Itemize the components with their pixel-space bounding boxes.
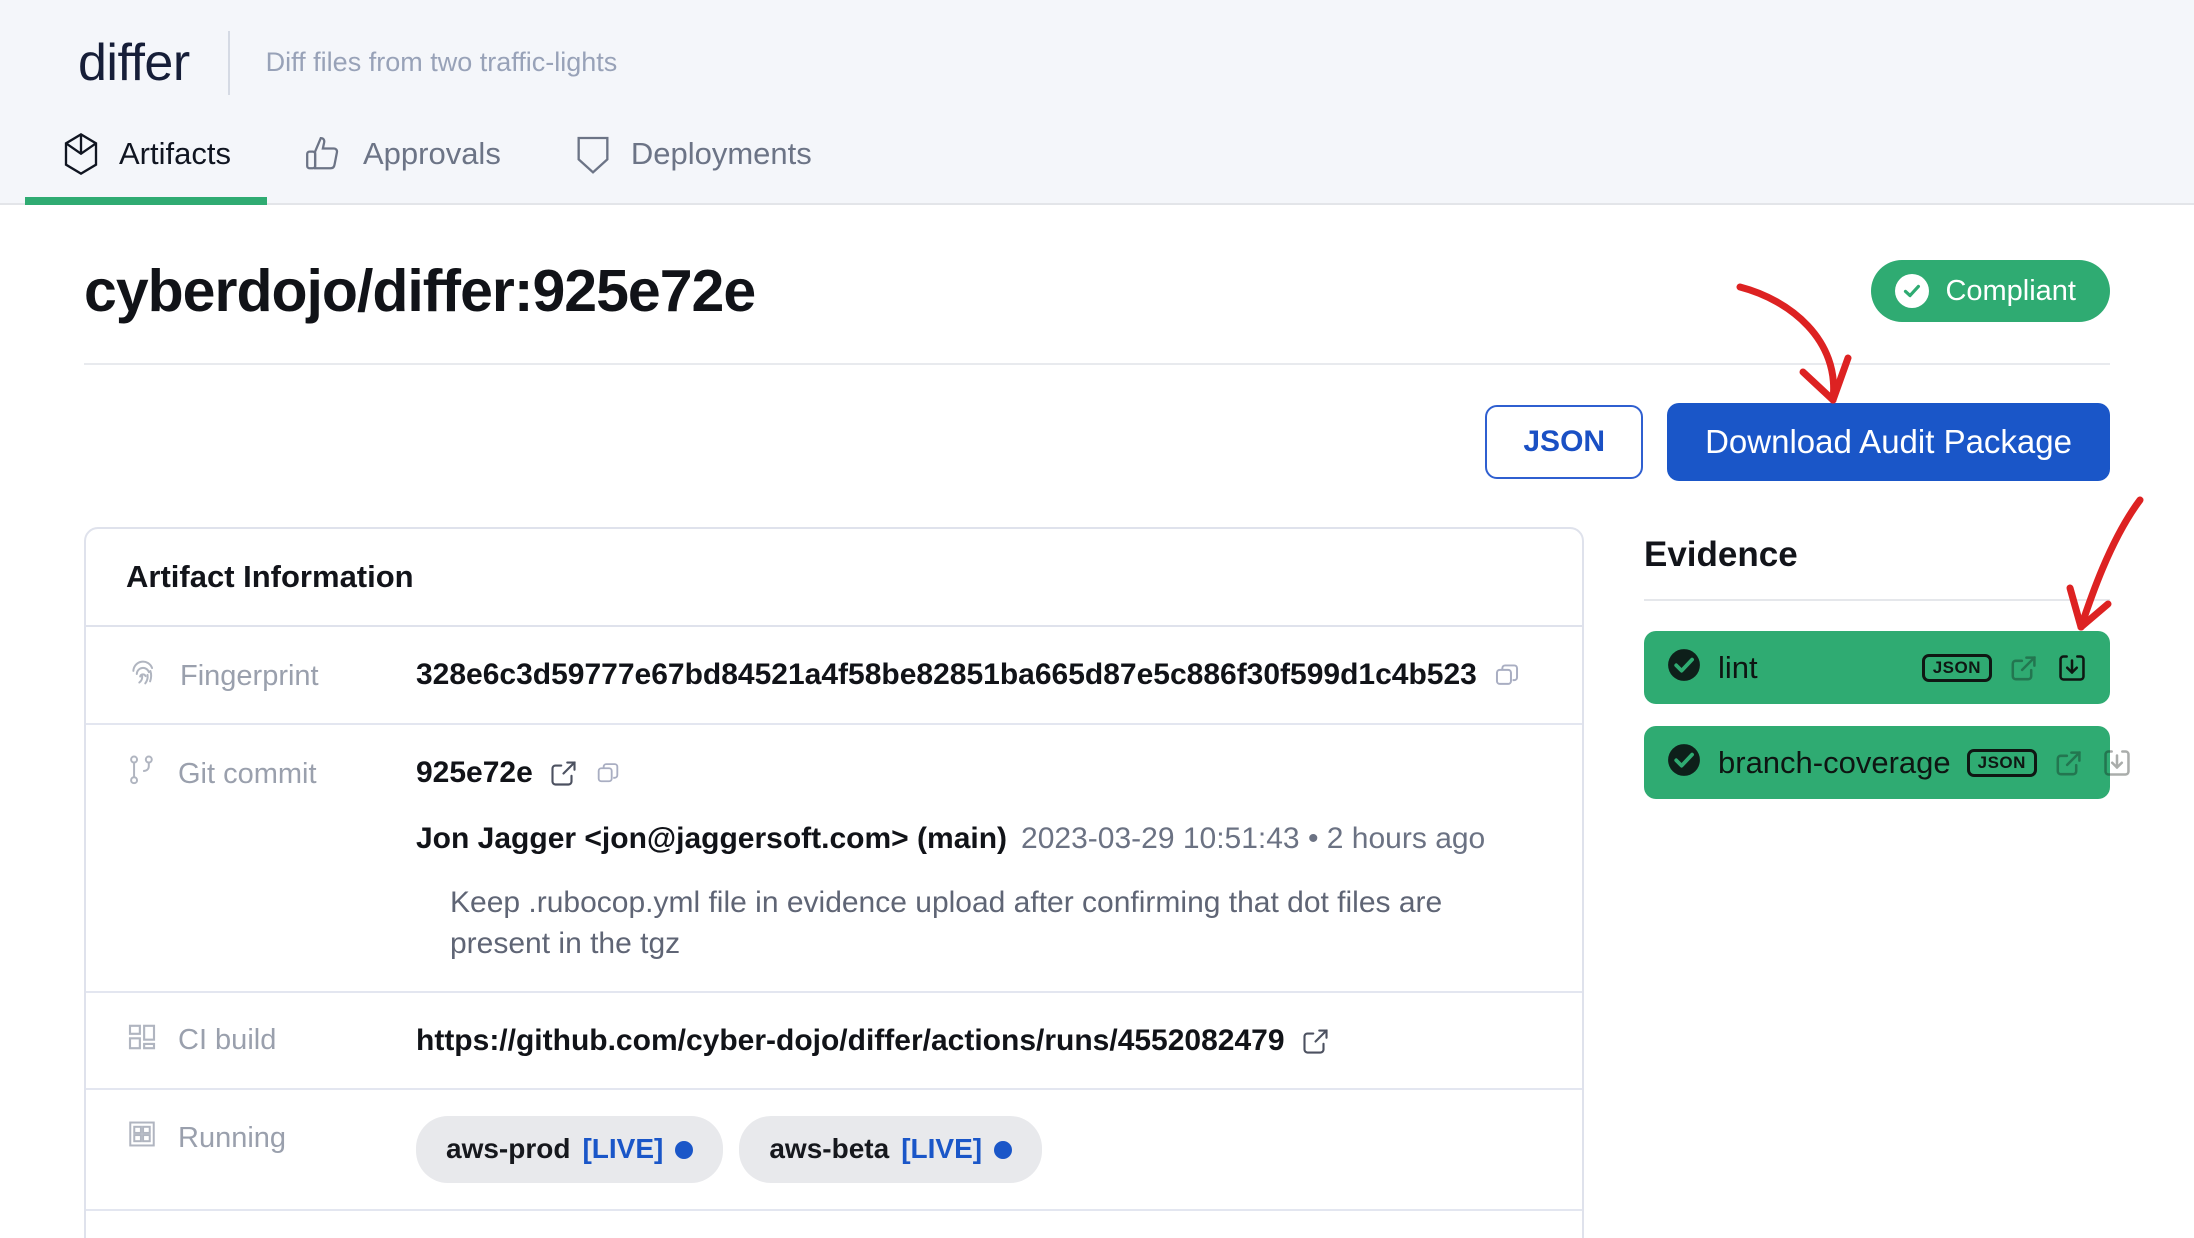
- tab-deployments-label: Deployments: [630, 136, 812, 171]
- evidence-item-lint-label: lint: [1718, 649, 1758, 685]
- title-row: cyberdojo/differ:925e72e Compliant: [84, 205, 2110, 325]
- page-title: cyberdojo/differ:925e72e: [84, 258, 756, 324]
- running-label-text: Running: [178, 1121, 287, 1154]
- row-ci-build-label: CI build: [126, 1019, 416, 1061]
- row-git-commit-value: 925e72e Jon Jagger <jon@jaggersoft.com> …: [416, 751, 1542, 965]
- content-columns: Artifact Information Fingerprint 328e6c3…: [84, 527, 2130, 1238]
- app-root: differ Diff files from two traffic-light…: [0, 0, 2194, 1238]
- app-header: differ Diff files from two traffic-light…: [0, 0, 2194, 125]
- json-button[interactable]: JSON: [1485, 405, 1644, 479]
- row-exited: Exited -: [86, 1211, 1582, 1238]
- row-fingerprint: Fingerprint 328e6c3d59777e67bd84521a4f58…: [86, 627, 1582, 725]
- running-chip-aws-beta[interactable]: aws-beta [LIVE]: [739, 1116, 1043, 1183]
- artifact-information-card: Artifact Information Fingerprint 328e6c3…: [84, 527, 1584, 1238]
- row-ci-build-value: https://github.com/cyber-dojo/differ/act…: [416, 1019, 1542, 1063]
- running-chip-aws-prod-state: [LIVE]: [582, 1133, 664, 1165]
- running-chip-aws-prod-name: aws-prod: [446, 1133, 571, 1165]
- fingerprint-icon: [126, 655, 160, 697]
- download-audit-package-button[interactable]: Download Audit Package: [1667, 403, 2110, 481]
- check-circle-icon: [1895, 274, 1930, 308]
- evidence-panel: Evidence lint JSON branch-coverage JSON: [1644, 527, 2130, 821]
- evidence-passed-check-icon: [1666, 742, 1702, 783]
- artifact-information-header: Artifact Information: [86, 529, 1582, 627]
- row-git-commit-label: Git commit: [126, 751, 416, 795]
- grid-icon: [126, 1118, 158, 1158]
- row-running: Running aws-prod [LIVE] aws-beta [LIVE]: [86, 1090, 1582, 1211]
- evidence-title: Evidence: [1644, 535, 1798, 574]
- open-commit-external-link-icon[interactable]: [549, 758, 579, 788]
- tab-deployments[interactable]: Deployments: [537, 125, 848, 203]
- live-dot-icon: [994, 1140, 1013, 1159]
- ci-build-label-text: CI build: [178, 1024, 277, 1057]
- evidence-branch-coverage-download-icon[interactable]: [2101, 747, 2133, 779]
- evidence-item-lint[interactable]: lint JSON: [1644, 631, 2110, 704]
- running-chip-aws-beta-name: aws-beta: [769, 1133, 890, 1165]
- evidence-lint-download-icon[interactable]: [2056, 652, 2088, 684]
- tab-bar: Artifacts Approvals Deployments: [0, 125, 2194, 205]
- evidence-item-branch-coverage[interactable]: branch-coverage JSON: [1644, 726, 2130, 799]
- status-badge-label: Compliant: [1945, 274, 2076, 307]
- git-branch-icon: [126, 753, 158, 795]
- layout-icon: [126, 1021, 158, 1061]
- running-chip-aws-prod[interactable]: aws-prod [LIVE]: [416, 1116, 724, 1183]
- live-dot-icon: [675, 1140, 694, 1159]
- brand-logo: differ: [78, 33, 190, 92]
- tab-approvals-label: Approvals: [362, 136, 501, 171]
- tag-icon: [573, 132, 613, 176]
- commit-author: Jon Jagger <jon@jaggersoft.com> (main): [416, 821, 1008, 855]
- evidence-divider: [1644, 599, 2110, 601]
- page-body: cyberdojo/differ:925e72e Compliant JSON …: [0, 205, 2194, 1238]
- header-divider: [227, 30, 230, 95]
- row-running-label: Running: [126, 1116, 416, 1158]
- row-fingerprint-value: 328e6c3d59777e67bd84521a4f58be82851ba665…: [416, 653, 1542, 697]
- evidence-lint-external-link-icon[interactable]: [2008, 652, 2040, 684]
- status-badge: Compliant: [1871, 260, 2110, 322]
- row-ci-build: CI build https://github.com/cyber-dojo/d…: [86, 993, 1582, 1091]
- evidence-item-branch-coverage-format-badge: JSON: [1966, 748, 2037, 777]
- tab-artifacts-label: Artifacts: [119, 136, 231, 171]
- row-fingerprint-label: Fingerprint: [126, 653, 416, 697]
- app-tagline: Diff files from two traffic-lights: [265, 47, 618, 77]
- title-divider: [84, 363, 2110, 365]
- copy-fingerprint-icon[interactable]: [1493, 661, 1521, 689]
- evidence-item-lint-format-badge: JSON: [1921, 653, 1992, 682]
- running-chip-aws-beta-state: [LIVE]: [901, 1133, 983, 1165]
- copy-commit-icon[interactable]: [595, 760, 621, 786]
- fingerprint-value: 328e6c3d59777e67bd84521a4f58be82851ba665…: [416, 658, 1477, 691]
- git-commit-label-text: Git commit: [178, 757, 317, 790]
- fingerprint-label-text: Fingerprint: [180, 659, 319, 692]
- tab-artifacts[interactable]: Artifacts: [25, 125, 267, 205]
- commit-date: 2023-03-29 10:51:43 • 2 hours ago: [1021, 821, 1486, 855]
- row-running-value: aws-prod [LIVE] aws-beta [LIVE]: [416, 1116, 1542, 1183]
- evidence-branch-coverage-external-link-icon[interactable]: [2053, 747, 2085, 779]
- open-ci-build-external-link-icon[interactable]: [1301, 1026, 1331, 1056]
- cube-icon: [61, 132, 101, 176]
- git-commit-sha: 925e72e: [416, 756, 533, 789]
- thumbs-up-icon: [303, 132, 345, 176]
- row-git-commit: Git commit 925e72e Jon Jagger <jon@jagge…: [86, 725, 1582, 993]
- evidence-item-branch-coverage-label: branch-coverage: [1718, 744, 1951, 780]
- tab-approvals[interactable]: Approvals: [267, 125, 537, 203]
- evidence-passed-check-icon: [1666, 647, 1702, 688]
- commit-message: Keep .rubocop.yml file in evidence uploa…: [450, 886, 1443, 961]
- ci-build-url: https://github.com/cyber-dojo/differ/act…: [416, 1023, 1285, 1057]
- actions-row: JSON Download Audit Package: [84, 403, 2110, 481]
- commit-meta-line: Jon Jagger <jon@jaggersoft.com> (main) 2…: [416, 817, 1542, 861]
